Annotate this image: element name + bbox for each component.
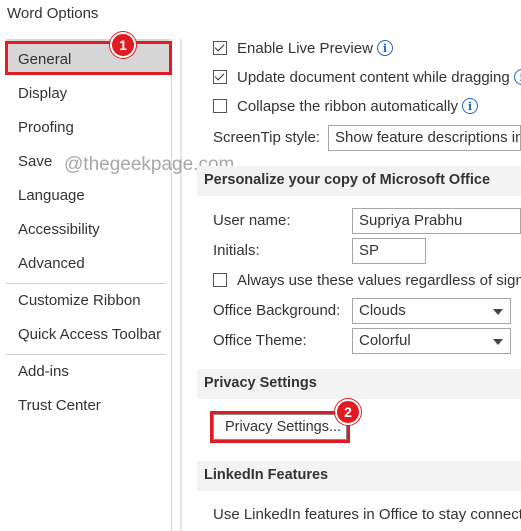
personalize-section-header: Personalize your copy of Microsoft Offic… xyxy=(197,166,521,196)
collapse-ribbon-checkbox[interactable] xyxy=(213,99,227,113)
always-use-values-row: Always use these values regardless of si… xyxy=(213,270,521,290)
sidebar-item-language[interactable]: Language xyxy=(18,187,85,204)
collapse-ribbon-label: Collapse the ribbon automatically xyxy=(237,97,458,115)
enable-live-preview-label: Enable Live Preview xyxy=(237,39,373,57)
sidebar-item-advanced[interactable]: Advanced xyxy=(18,255,85,272)
privacy-highlight-box xyxy=(210,411,350,443)
sidebar-divider xyxy=(6,283,166,284)
info-icon[interactable]: i xyxy=(461,98,478,114)
user-name-label: User name: xyxy=(213,212,291,229)
sidebar-item-display[interactable]: Display xyxy=(18,85,67,102)
always-use-values-label: Always use these values regardless of si… xyxy=(237,271,521,289)
chevron-down-icon xyxy=(493,309,503,315)
step-badge-2: 2 xyxy=(335,399,361,425)
sidebar-item-proofing[interactable]: Proofing xyxy=(18,119,74,136)
collapse-ribbon-row: Collapse the ribbon automatically i xyxy=(213,96,478,116)
office-background-select[interactable]: Clouds xyxy=(352,298,511,324)
scrollbar-track[interactable] xyxy=(180,39,182,531)
office-theme-label: Office Theme: xyxy=(213,332,307,349)
sidebar-item-trust-center[interactable]: Trust Center xyxy=(18,397,101,414)
screentip-style-select[interactable]: Show feature descriptions in xyxy=(328,125,521,151)
enable-live-preview-row: Enable Live Preview i xyxy=(213,38,393,58)
info-icon[interactable]: i xyxy=(513,69,521,85)
sidebar-item-save[interactable]: Save xyxy=(18,153,52,170)
info-icon[interactable]: i xyxy=(376,40,393,56)
screentip-style-label: ScreenTip style: xyxy=(213,129,320,146)
sidebar-divider xyxy=(6,354,166,355)
window-title: Word Options xyxy=(7,5,99,22)
always-use-values-checkbox[interactable] xyxy=(213,273,227,287)
enable-live-preview-checkbox[interactable] xyxy=(213,41,227,55)
initials-input[interactable]: SP xyxy=(352,238,426,264)
office-theme-select[interactable]: Colorful xyxy=(352,328,511,354)
sidebar-item-accessibility[interactable]: Accessibility xyxy=(18,221,100,238)
linkedin-description: Use LinkedIn features in Office to stay … xyxy=(213,506,521,523)
initials-label: Initials: xyxy=(213,242,260,259)
update-while-dragging-label: Update document content while dragging xyxy=(237,68,510,86)
linkedin-section-header: LinkedIn Features xyxy=(197,461,521,491)
sidebar-item-customize-ribbon[interactable]: Customize Ribbon xyxy=(18,292,141,309)
general-highlight-box xyxy=(5,41,172,75)
sidebar-nav: General Display Proofing Save Language A… xyxy=(6,39,172,531)
user-name-input[interactable]: Supriya Prabhu xyxy=(352,208,521,234)
sidebar-item-add-ins[interactable]: Add-ins xyxy=(18,363,69,380)
chevron-down-icon xyxy=(493,339,503,345)
office-background-value: Clouds xyxy=(359,302,406,319)
step-badge-1: 1 xyxy=(110,32,136,58)
update-while-dragging-row: Update document content while dragging i xyxy=(213,67,521,87)
sidebar-item-quick-access-toolbar[interactable]: Quick Access Toolbar xyxy=(18,326,161,343)
update-while-dragging-checkbox[interactable] xyxy=(213,70,227,84)
office-theme-value: Colorful xyxy=(359,332,411,349)
office-background-label: Office Background: xyxy=(213,302,341,319)
privacy-section-header: Privacy Settings xyxy=(197,369,521,399)
